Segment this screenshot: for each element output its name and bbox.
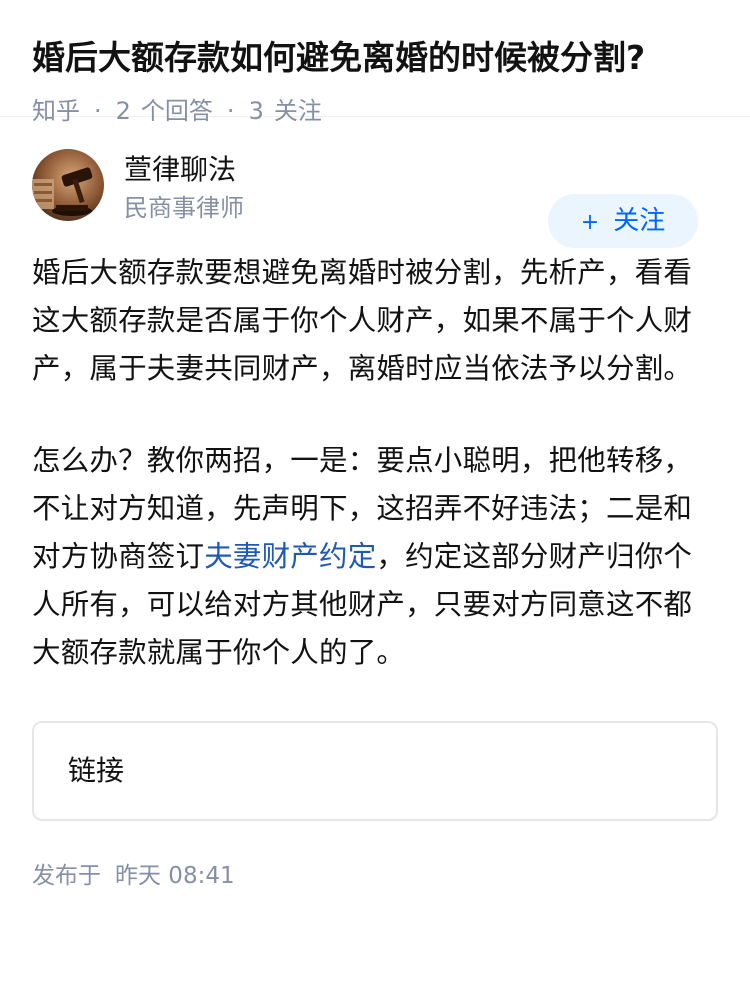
question-header: 婚后大额存款如何避免离婚的时候被分割? 知乎 · 2 个回答 · 3 关注	[0, 0, 750, 125]
follow-button[interactable]: + 关注	[548, 194, 698, 248]
author-name[interactable]: 萱律聊法	[124, 153, 236, 187]
publish-label: 发布于	[32, 863, 101, 889]
follow-label: 关注	[613, 206, 666, 236]
answer-content: 婚后大额存款要想避免离婚时被分割，先析产，看看这大额存款是否属于你个人财产，如果…	[0, 249, 750, 677]
answer-paragraph: 怎么办？教你两招，一是：要点小聪明，把他转移，不让对方知道，先声明下，这招弄不好…	[32, 437, 718, 677]
publish-time: 昨天 08:41	[115, 863, 235, 889]
plus-icon: +	[580, 210, 600, 235]
link-card[interactable]: 链接	[32, 721, 718, 821]
marital-property-link[interactable]: 夫妻财产约定	[204, 540, 376, 573]
publish-info: 发布于 昨天 08:41	[32, 861, 718, 891]
question-title[interactable]: 婚后大额存款如何避免离婚的时候被分割?	[32, 34, 718, 82]
author-title: 民商事律师	[124, 194, 244, 222]
avatar[interactable]	[32, 149, 104, 221]
answer-paragraph: 婚后大额存款要想避免离婚时被分割，先析产，看看这大额存款是否属于你个人财产，如果…	[32, 256, 693, 385]
